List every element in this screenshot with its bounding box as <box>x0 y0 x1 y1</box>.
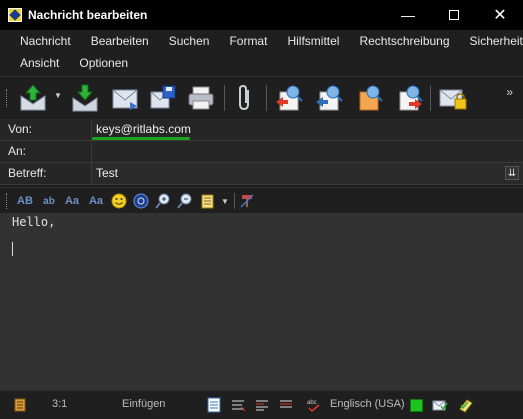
menu-bar: Nachricht Bearbeiten Suchen Format Hilfs… <box>0 30 523 74</box>
editor-text: Hello, <box>12 215 56 229</box>
uppercase-button[interactable]: AB <box>14 191 36 211</box>
queue-button[interactable] <box>108 81 142 115</box>
to-label: An: <box>0 141 92 162</box>
message-header: Von: keys@ritlabs.com An: Betreff: Test … <box>0 119 523 185</box>
from-underline <box>92 137 190 140</box>
menu-bearbeiten[interactable]: Bearbeiten <box>79 34 157 48</box>
smiley-icon <box>111 193 127 209</box>
from-value: keys@ritlabs.com <box>96 122 191 136</box>
subject-value: Test <box>96 166 119 180</box>
address-cc-icon <box>316 85 343 111</box>
toolbar-overflow-icon[interactable]: » <box>506 85 513 99</box>
wrap-lines-icon[interactable] <box>230 397 246 413</box>
toolbar-grip[interactable] <box>6 89 9 107</box>
address-to-icon <box>276 85 303 111</box>
capitalize-button[interactable]: Aa <box>86 191 106 211</box>
toolbar-separator <box>430 85 431 111</box>
main-toolbar: ▼ » <box>0 76 523 118</box>
encrypt-button[interactable] <box>436 81 470 115</box>
address-bcc-icon <box>359 85 383 111</box>
format-painter-icon <box>240 194 254 208</box>
from-field[interactable]: keys@ritlabs.com <box>92 119 523 140</box>
status-bar: 3:1 Einfügen abc Englisch (USA) <box>0 390 523 419</box>
address-reply-button[interactable] <box>392 81 426 115</box>
spellcheck-icon[interactable]: abc <box>306 397 322 413</box>
send-button[interactable] <box>16 81 50 115</box>
menu-rechtschreibung[interactable]: Rechtschreibung <box>347 34 457 48</box>
window-title: Nachricht bearbeiten <box>28 8 148 22</box>
attach-button[interactable] <box>228 81 262 115</box>
address-to-button[interactable] <box>272 81 306 115</box>
save-button[interactable] <box>146 81 180 115</box>
to-row: An: <box>0 141 523 163</box>
menu-optionen[interactable]: Optionen <box>67 56 136 70</box>
close-button[interactable]: ✕ <box>477 0 523 30</box>
queue-icon <box>112 89 138 110</box>
chevron-double-down-icon: ⇊ <box>507 167 517 179</box>
formatting-toolbar: AB ab Aa Aa ▼ <box>0 187 523 213</box>
menu-format[interactable]: Format <box>217 34 275 48</box>
minimize-button[interactable]: — <box>385 0 431 30</box>
svg-text:abc: abc <box>307 400 317 406</box>
smiley-button[interactable] <box>110 191 128 211</box>
expand-fields-button[interactable]: ⇊ <box>505 166 519 180</box>
confirm-read-icon[interactable] <box>432 397 448 413</box>
confirm-delivery-icon[interactable] <box>458 397 474 413</box>
subject-field[interactable]: Test ⇊ <box>92 163 523 184</box>
save-icon <box>150 85 176 109</box>
justify-icon[interactable] <box>254 397 270 413</box>
address-bcc-button[interactable] <box>352 81 386 115</box>
text-cursor <box>12 242 13 256</box>
insert-object-icon <box>133 193 149 209</box>
send-icon <box>20 84 46 111</box>
toolbar-separator <box>266 85 267 111</box>
plain-text-icon[interactable] <box>206 397 222 413</box>
language-indicator[interactable]: Englisch (USA) <box>330 398 405 410</box>
to-field[interactable] <box>92 141 523 162</box>
menu-nachricht[interactable]: Nachricht <box>8 34 79 48</box>
cursor-position: 3:1 <box>52 398 68 410</box>
menu-sicherheit[interactable]: Sicherheit <box>458 34 523 48</box>
toggle-case-button[interactable]: Aa <box>62 191 82 211</box>
toolbar-separator <box>234 193 235 209</box>
address-cc-button[interactable] <box>312 81 346 115</box>
menu-suchen[interactable]: Suchen <box>157 34 218 48</box>
title-bar: Nachricht bearbeiten — ✕ <box>0 0 523 30</box>
note-icon[interactable] <box>12 397 28 413</box>
app-icon[interactable] <box>8 8 22 22</box>
maximize-button[interactable] <box>431 0 477 30</box>
subject-row: Betreff: Test ⇊ <box>0 163 523 185</box>
toolbar-separator <box>224 85 225 111</box>
from-label: Von: <box>0 119 92 140</box>
templates-dropdown-icon[interactable]: ▼ <box>220 191 230 211</box>
message-editor[interactable]: Hello, <box>0 213 523 390</box>
templates-button[interactable] <box>198 191 218 211</box>
attach-icon <box>239 84 249 111</box>
status-green-indicator[interactable] <box>408 397 424 413</box>
encrypt-icon <box>439 89 467 110</box>
address-reply-icon <box>399 85 423 111</box>
fmt-toolbar-grip[interactable] <box>6 193 9 209</box>
zoom-in-button[interactable] <box>154 191 172 211</box>
reformat-icon[interactable] <box>278 397 294 413</box>
subject-label: Betreff: <box>0 163 92 184</box>
save-draft-button[interactable] <box>68 81 102 115</box>
from-row: Von: keys@ritlabs.com <box>0 119 523 141</box>
save-draft-icon <box>72 84 98 112</box>
format-painter-button[interactable] <box>238 191 256 211</box>
print-icon <box>188 86 214 110</box>
insert-mode[interactable]: Einfügen <box>122 398 165 410</box>
templates-icon <box>201 194 214 209</box>
send-dropdown-icon[interactable]: ▼ <box>54 91 62 100</box>
print-button[interactable] <box>184 81 218 115</box>
insert-object-button[interactable] <box>132 191 150 211</box>
zoom-out-icon <box>177 193 192 209</box>
zoom-in-icon <box>155 193 170 209</box>
lowercase-button[interactable]: ab <box>40 191 58 211</box>
menu-ansicht[interactable]: Ansicht <box>8 56 67 70</box>
zoom-out-button[interactable] <box>176 191 194 211</box>
menu-hilfsmittel[interactable]: Hilfsmittel <box>275 34 347 48</box>
